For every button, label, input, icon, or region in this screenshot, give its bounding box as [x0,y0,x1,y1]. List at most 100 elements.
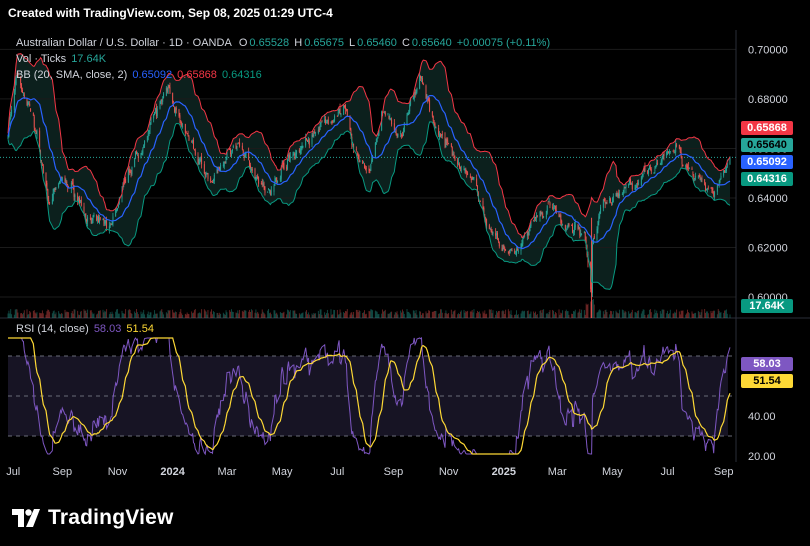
candle-body [640,177,642,185]
candle-body [420,75,422,78]
volume-bar [280,312,282,318]
volume-bar [469,311,471,318]
volume-bar [155,313,156,318]
volume-bar [606,312,608,318]
candle-body [714,192,716,198]
volume-bar [318,314,320,318]
candle-body [713,191,715,196]
candle-body [638,183,640,185]
candle-body [647,170,649,174]
volume-bar [51,313,53,318]
candle-body [572,224,574,233]
volume-bar [225,310,227,318]
candle-body [286,166,288,170]
candle-body [583,232,585,233]
volume-bar [428,310,430,318]
volume-bar [548,311,550,318]
volume-bar [105,311,107,318]
volume-bar [207,310,209,318]
volume-bar [676,309,678,318]
candle-body [134,158,136,167]
candle-body [390,119,392,121]
volume-bar [485,314,487,318]
volume-bar [616,312,618,318]
volume-bar [435,310,437,318]
candle-body [581,234,583,235]
candle-body [98,216,99,223]
candle-body [338,108,340,111]
volume-bar [281,313,283,318]
volume-bar [212,311,214,318]
volume-bar [678,311,680,318]
volume-bar [357,312,359,318]
candle-body [433,121,435,124]
volume-bar [448,313,450,318]
volume-bar [23,310,25,318]
volume-bar [245,310,247,318]
volume-bar [345,311,347,318]
volume-bar [156,313,158,318]
volume-bar [723,312,725,318]
candle-body [225,157,227,164]
volume-bar [153,314,155,318]
volume-bar [391,311,393,318]
volume-bar [393,314,395,318]
volume-bar [21,313,23,318]
volume-bar [14,309,16,318]
volume-bar [412,310,414,318]
chart-area[interactable]: 0.700000.680000.660000.640000.620000.600… [0,0,810,546]
volume-bar [472,312,474,318]
candle-body [654,169,656,171]
volume-bar [13,314,15,318]
volume-bar [624,310,626,318]
candle-body [611,201,613,203]
volume-bar [314,313,316,318]
volume-bar [517,314,519,318]
volume-bar [123,313,125,318]
volume-bar [400,310,402,318]
volume-bar [560,312,562,318]
candle-body [505,249,507,251]
candle-body [320,123,322,124]
volume-bar [470,311,472,318]
volume-bar [669,309,671,318]
candle-body [612,195,614,203]
price-axis-tick: 0.64000 [748,193,788,205]
volume-bar [369,311,371,318]
volume-bar [376,311,378,318]
volume-bar [16,309,18,318]
candle-body [276,177,278,182]
volume-bar [230,311,232,318]
volume-bar [149,312,151,318]
volume-bar [52,311,54,318]
volume-bar [621,309,623,318]
candle-body [606,202,608,204]
candle-body [545,210,547,218]
volume-bar [372,310,374,318]
candle-body [104,220,106,224]
candle-body [547,203,549,205]
volume-bar [299,314,301,318]
volume-bar [402,311,404,318]
candle-body [507,251,509,253]
volume-bar [315,313,317,318]
volume-bar [68,312,70,318]
volume-bar [200,313,202,318]
volume-bar [226,312,228,318]
candle-body [564,224,566,230]
candle-body [211,181,213,183]
candle-body [611,202,612,204]
volume-bar [242,311,244,318]
volume-bar [545,313,547,318]
volume-bar [124,313,126,318]
candle-body [688,167,690,169]
candle-body [296,151,298,155]
volume-bar [643,309,645,318]
volume-bar [188,314,190,318]
candle-body [653,172,655,174]
rsi-ma-axis-label: 51.54 [741,374,793,388]
candle-body [314,131,316,134]
bb-lower-value: 0.64316 [221,69,262,81]
volume-bar [198,312,200,318]
candle-body [624,187,626,189]
